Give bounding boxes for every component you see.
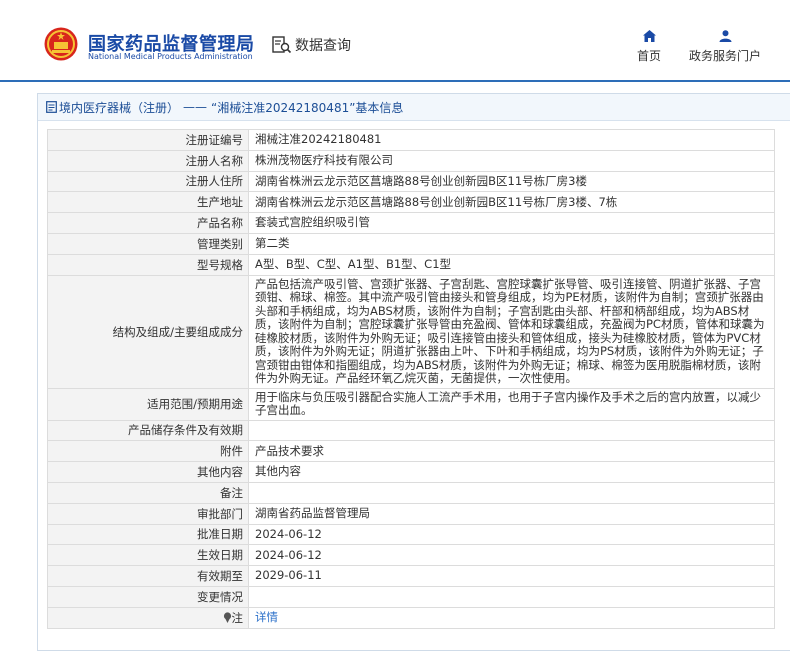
field-label: 其他内容 (47, 461, 249, 483)
field-label: 批准日期 (47, 523, 249, 546)
field-value: 株洲茂物医疗科技有限公司 (248, 149, 775, 172)
field-value: 用于临床与负压吸引器配合实施人工流产手术用，也用于子宫内操作及手术之后的宫内放置… (248, 387, 775, 421)
field-value: 其他内容 (248, 461, 775, 483)
table-row: 产品储存条件及有效期 (47, 419, 775, 442)
table-row: 管理类别 第二类 (47, 232, 775, 255)
table-row: 审批部门 湖南省药品监督管理局 (47, 502, 775, 525)
breadcrumb-category[interactable]: 境内医疗器械（注册） (59, 99, 179, 116)
table-row: 附件 产品技术要求 (47, 440, 775, 463)
table-row: 型号规格 A型、B型、C型、A1型、B1型、C1型 (47, 253, 775, 276)
user-icon (719, 30, 731, 42)
field-value: 第二类 (248, 232, 775, 255)
breadcrumb: 境内医疗器械（注册） —— “湘械注准20242180481”基本信息 (38, 94, 790, 121)
breadcrumb-current: “湘械注准20242180481”基本信息 (211, 100, 404, 115)
registration-info-table: 注册证编号 湘械注准20242180481 注册人名称 株洲茂物医疗科技有限公司 注… (47, 129, 775, 629)
field-label: 产品名称 (47, 212, 249, 234)
field-label: 型号规格 (47, 253, 249, 276)
field-label: 附件 (47, 440, 249, 463)
field-value: 湖南省药品监督管理局 (248, 502, 775, 525)
field-label: 注册人名称 (47, 149, 249, 172)
brand-title-en: National Medical Products Administration (88, 52, 253, 61)
national-emblem-logo (44, 27, 78, 61)
field-label: 结构及组成/主要组成成分 (47, 274, 249, 389)
field-label: 适用范围/预期用途 (47, 387, 249, 421)
field-label: 变更情况 (47, 585, 249, 608)
note-label-cell: 注 (47, 606, 249, 629)
field-value: A型、B型、C型、A1型、B1型、C1型 (248, 253, 775, 276)
field-value: 湘械注准20242180481 (248, 129, 775, 151)
note-label: 注 (231, 610, 244, 625)
note-value-cell: 详情 (248, 606, 775, 629)
data-query-label: 数据查询 (295, 38, 351, 54)
field-label: 产品储存条件及有效期 (47, 419, 249, 442)
table-row: 注册人住所 湖南省株洲云龙示范区菖塘路88号创业创新园B区11号栋厂房3楼 (47, 170, 775, 193)
field-label: 审批部门 (47, 502, 249, 525)
pin-icon (223, 612, 231, 623)
table-row: 注册证编号 湘械注准20242180481 (47, 129, 775, 151)
table-row: 备注 (47, 481, 775, 504)
header-divider (0, 80, 790, 82)
field-value: 2029-06-11 (248, 565, 775, 587)
data-query-link[interactable]: 数据查询 (272, 35, 351, 55)
table-row: 注册人名称 株洲茂物医疗科技有限公司 (47, 149, 775, 172)
home-icon (642, 30, 656, 42)
data-search-icon (272, 36, 292, 54)
field-value: 套装式宫腔组织吸引管 (248, 212, 775, 234)
field-value: 2024-06-12 (248, 544, 775, 567)
field-label: 注册人住所 (47, 170, 249, 193)
document-icon (46, 101, 57, 113)
field-value: 湖南省株洲云龙示范区菖塘路88号创业创新园B区11号栋厂房3楼、7栋 (248, 191, 775, 214)
nav-gov-service-portal[interactable]: 政务服务门户 (684, 30, 766, 64)
field-value: 湖南省株洲云龙示范区菖塘路88号创业创新园B区11号栋厂房3楼 (248, 170, 775, 193)
site-header: 国家药品监督管理局 National Medical Products Admi… (0, 0, 790, 82)
table-row: 变更情况 (47, 585, 775, 608)
details-link[interactable]: 详情 (255, 610, 278, 624)
table-row-note: 注 详情 (47, 606, 775, 629)
field-value (248, 481, 775, 504)
field-value: 产品包括流产吸引管、宫颈扩张器、子宫刮匙、宫腔球囊扩张导管、吸引连接管、阴道扩张… (248, 274, 775, 389)
table-row: 批准日期 2024-06-12 (47, 523, 775, 546)
nav-home[interactable]: 首页 (632, 30, 666, 64)
detail-panel: 境内医疗器械（注册） —— “湘械注准20242180481”基本信息 注册证编… (37, 93, 790, 651)
nav-gov-label: 政务服务门户 (688, 49, 761, 63)
table-row: 产品名称 套装式宫腔组织吸引管 (47, 212, 775, 234)
field-label: 管理类别 (47, 232, 249, 255)
field-label: 生效日期 (47, 544, 249, 567)
field-label: 备注 (47, 481, 249, 504)
field-value (248, 585, 775, 608)
table-row: 生产地址 湖南省株洲云龙示范区菖塘路88号创业创新园B区11号栋厂房3楼、7栋 (47, 191, 775, 214)
table-row: 适用范围/预期用途 用于临床与负压吸引器配合实施人工流产手术用，也用于子宫内操作及… (47, 387, 775, 421)
nav-home-label: 首页 (636, 49, 661, 63)
field-label: 有效期至 (47, 565, 249, 587)
field-label: 生产地址 (47, 191, 249, 214)
table-row: 结构及组成/主要组成成分 产品包括流产吸引管、宫颈扩张器、子宫刮匙、宫腔球囊扩张导… (47, 274, 775, 389)
field-value: 产品技术要求 (248, 440, 775, 463)
table-row: 有效期至 2029-06-11 (47, 565, 775, 587)
table-row: 其他内容 其他内容 (47, 461, 775, 483)
field-label: 注册证编号 (47, 129, 249, 151)
field-value: 2024-06-12 (248, 523, 775, 546)
field-value (248, 419, 775, 442)
breadcrumb-separator: —— (183, 100, 208, 114)
table-row: 生效日期 2024-06-12 (47, 544, 775, 567)
